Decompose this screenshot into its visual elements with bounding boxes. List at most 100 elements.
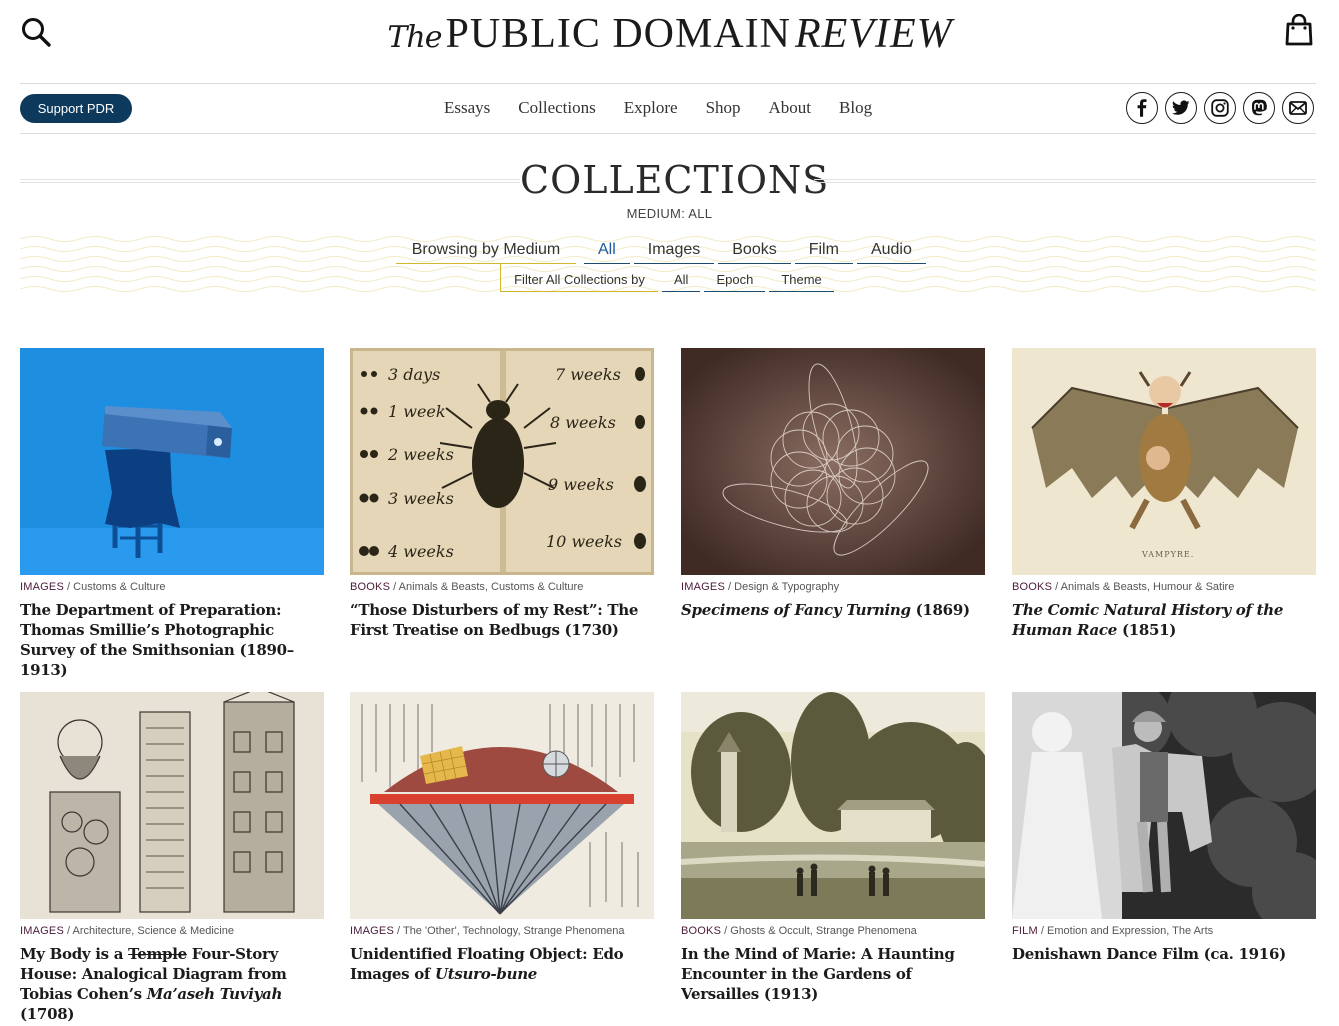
filter-all[interactable]: All (662, 272, 701, 292)
card-meta: IMAGES / The 'Other', Technology, Strang… (350, 925, 654, 937)
logo-the: The (387, 20, 442, 55)
filter-tabs: All Epoch Theme (662, 272, 838, 292)
card-medium[interactable]: BOOKS (350, 581, 390, 593)
site-logo[interactable]: The PUBLIC DOMAIN REVIEW (380, 10, 960, 58)
tab-audio[interactable]: Audio (856, 238, 926, 264)
card-title-italic: Ma’aseh Tuviyah (146, 985, 283, 1003)
title-rule-left (20, 179, 520, 183)
card-medium[interactable]: IMAGES (681, 581, 725, 593)
nav-shop[interactable]: Shop (706, 98, 741, 118)
card-meta: IMAGES / Customs & Culture (20, 581, 324, 593)
card-thumbnail[interactable]: 3 days 1 week 2 weeks 3 weeks 4 weeks 7 … (350, 348, 654, 575)
card-thumbnail[interactable] (20, 348, 324, 575)
cart-button[interactable] (1285, 13, 1313, 46)
card-tags[interactable]: / Design & Typography (725, 581, 839, 593)
bedbug-label: 7 weeks (555, 365, 621, 384)
collection-card[interactable]: IMAGES / Design & Typography Specimens o… (681, 348, 985, 620)
card-meta: FILM / Emotion and Expression, The Arts (1012, 925, 1316, 937)
card-title-rest: (1869) (910, 601, 970, 619)
card-tags[interactable]: / Customs & Culture (64, 581, 165, 593)
logo-review: REVIEW (795, 11, 953, 57)
card-medium[interactable]: IMAGES (20, 581, 64, 593)
nav-blog[interactable]: Blog (839, 98, 872, 118)
mastodon-link[interactable] (1243, 92, 1275, 124)
search-button[interactable] (20, 16, 52, 48)
card-title[interactable]: Denishawn Dance Film (ca. 1916) (1012, 944, 1316, 964)
tab-all[interactable]: All (584, 238, 630, 264)
card-thumbnail[interactable] (350, 692, 654, 919)
instagram-link[interactable] (1204, 92, 1236, 124)
card-medium[interactable]: IMAGES (350, 925, 394, 937)
card-tags[interactable]: / Ghosts & Occult, Strange Phenomena (721, 925, 917, 937)
header-divider (20, 83, 1316, 84)
card-thumbnail[interactable] (681, 692, 985, 919)
card-meta: BOOKS / Animals & Beasts, Customs & Cult… (350, 581, 654, 593)
facebook-link[interactable] (1126, 92, 1158, 124)
page-title: COLLECTIONS (520, 158, 830, 202)
card-tags[interactable]: / Architecture, Science & Medicine (64, 925, 234, 937)
card-title[interactable]: The Comic Natural History of the Human R… (1012, 600, 1316, 640)
collection-card[interactable]: FILM / Emotion and Expression, The Arts … (1012, 692, 1316, 964)
twitter-link[interactable] (1165, 92, 1197, 124)
bedbug-label: 1 week (388, 402, 446, 421)
filter-epoch[interactable]: Epoch (704, 272, 766, 292)
mail-icon (1289, 101, 1307, 115)
card-meta: IMAGES / Architecture, Science & Medicin… (20, 925, 324, 937)
card-thumbnail[interactable] (681, 348, 985, 575)
logo-main: PUBLIC DOMAIN (445, 11, 791, 57)
card-title[interactable]: Specimens of Fancy Turning (1869) (681, 600, 985, 620)
collection-card[interactable]: 3 days 1 week 2 weeks 3 weeks 4 weeks 7 … (350, 348, 654, 640)
nav-about[interactable]: About (769, 98, 812, 118)
main-nav: Essays Collections Explore Shop About Bl… (444, 98, 872, 118)
bedbug-label: 2 weeks (387, 445, 454, 464)
collection-card[interactable]: IMAGES / Customs & Culture The Departmen… (20, 348, 324, 680)
page-subtitle: MEDIUM: ALL (626, 206, 713, 221)
collection-card[interactable]: VAMPYRE. BOOKS / Animals & Beasts, Humou… (1012, 348, 1316, 640)
card-title[interactable]: Unidentified Floating Object: Edo Images… (350, 944, 654, 984)
card-thumbnail[interactable] (1012, 692, 1316, 919)
nav-explore[interactable]: Explore (624, 98, 678, 118)
card-title-strike: Temple (128, 945, 187, 963)
search-icon (22, 18, 51, 47)
bedbug-label: 4 weeks (387, 542, 454, 561)
email-link[interactable] (1282, 92, 1314, 124)
page-title-block: COLLECTIONS (20, 158, 1316, 204)
filter-theme[interactable]: Theme (769, 272, 834, 292)
bedbug-label: 9 weeks (548, 475, 614, 494)
collection-card[interactable]: BOOKS / Ghosts & Occult, Strange Phenome… (681, 692, 985, 1004)
card-title[interactable]: My Body is a Temple Four-Story House: An… (20, 944, 324, 1024)
card-title-rest: (1851) (1117, 621, 1177, 639)
nav-essays[interactable]: Essays (444, 98, 490, 118)
card-title[interactable]: In the Mind of Marie: A Haunting Encount… (681, 944, 985, 1004)
card-medium[interactable]: BOOKS (1012, 581, 1052, 593)
card-tags[interactable]: / Animals & Beasts, Humour & Satire (1052, 581, 1234, 593)
bedbug-label: 10 weeks (546, 532, 622, 551)
card-title-part: My Body is a (20, 945, 129, 963)
card-title[interactable]: “Those Disturbers of my Rest”: The First… (350, 600, 654, 640)
card-medium[interactable]: IMAGES (20, 925, 64, 937)
card-meta: BOOKS / Animals & Beasts, Humour & Satir… (1012, 581, 1316, 593)
card-thumbnail[interactable] (20, 692, 324, 919)
bedbug-label: 3 weeks (388, 489, 454, 508)
support-pdr-button[interactable]: Support PDR (20, 94, 132, 123)
vampyre-caption: VAMPYRE. (1141, 550, 1194, 559)
tab-books[interactable]: Books (718, 238, 791, 264)
card-medium[interactable]: FILM (1012, 925, 1038, 937)
card-title-italic: Utsuro-bune (435, 965, 538, 983)
nav-collections[interactable]: Collections (518, 98, 595, 118)
collection-card[interactable]: IMAGES / Architecture, Science & Medicin… (20, 692, 324, 1024)
mastodon-icon (1252, 99, 1267, 116)
collection-card[interactable]: IMAGES / The 'Other', Technology, Strang… (350, 692, 654, 984)
twitter-icon (1172, 100, 1190, 115)
card-tags[interactable]: / Emotion and Expression, The Arts (1038, 925, 1213, 937)
card-tags[interactable]: / Animals & Beasts, Customs & Culture (390, 581, 583, 593)
card-meta: BOOKS / Ghosts & Occult, Strange Phenome… (681, 925, 985, 937)
card-title[interactable]: The Department of Preparation: Thomas Sm… (20, 600, 324, 680)
card-thumbnail[interactable]: VAMPYRE. (1012, 348, 1316, 575)
medium-tabs: All Images Books Film Audio (584, 238, 930, 264)
card-medium[interactable]: BOOKS (681, 925, 721, 937)
card-tags[interactable]: / The 'Other', Technology, Strange Pheno… (394, 925, 624, 937)
instagram-icon (1211, 99, 1229, 117)
tab-film[interactable]: Film (794, 238, 853, 264)
tab-images[interactable]: Images (633, 238, 715, 264)
